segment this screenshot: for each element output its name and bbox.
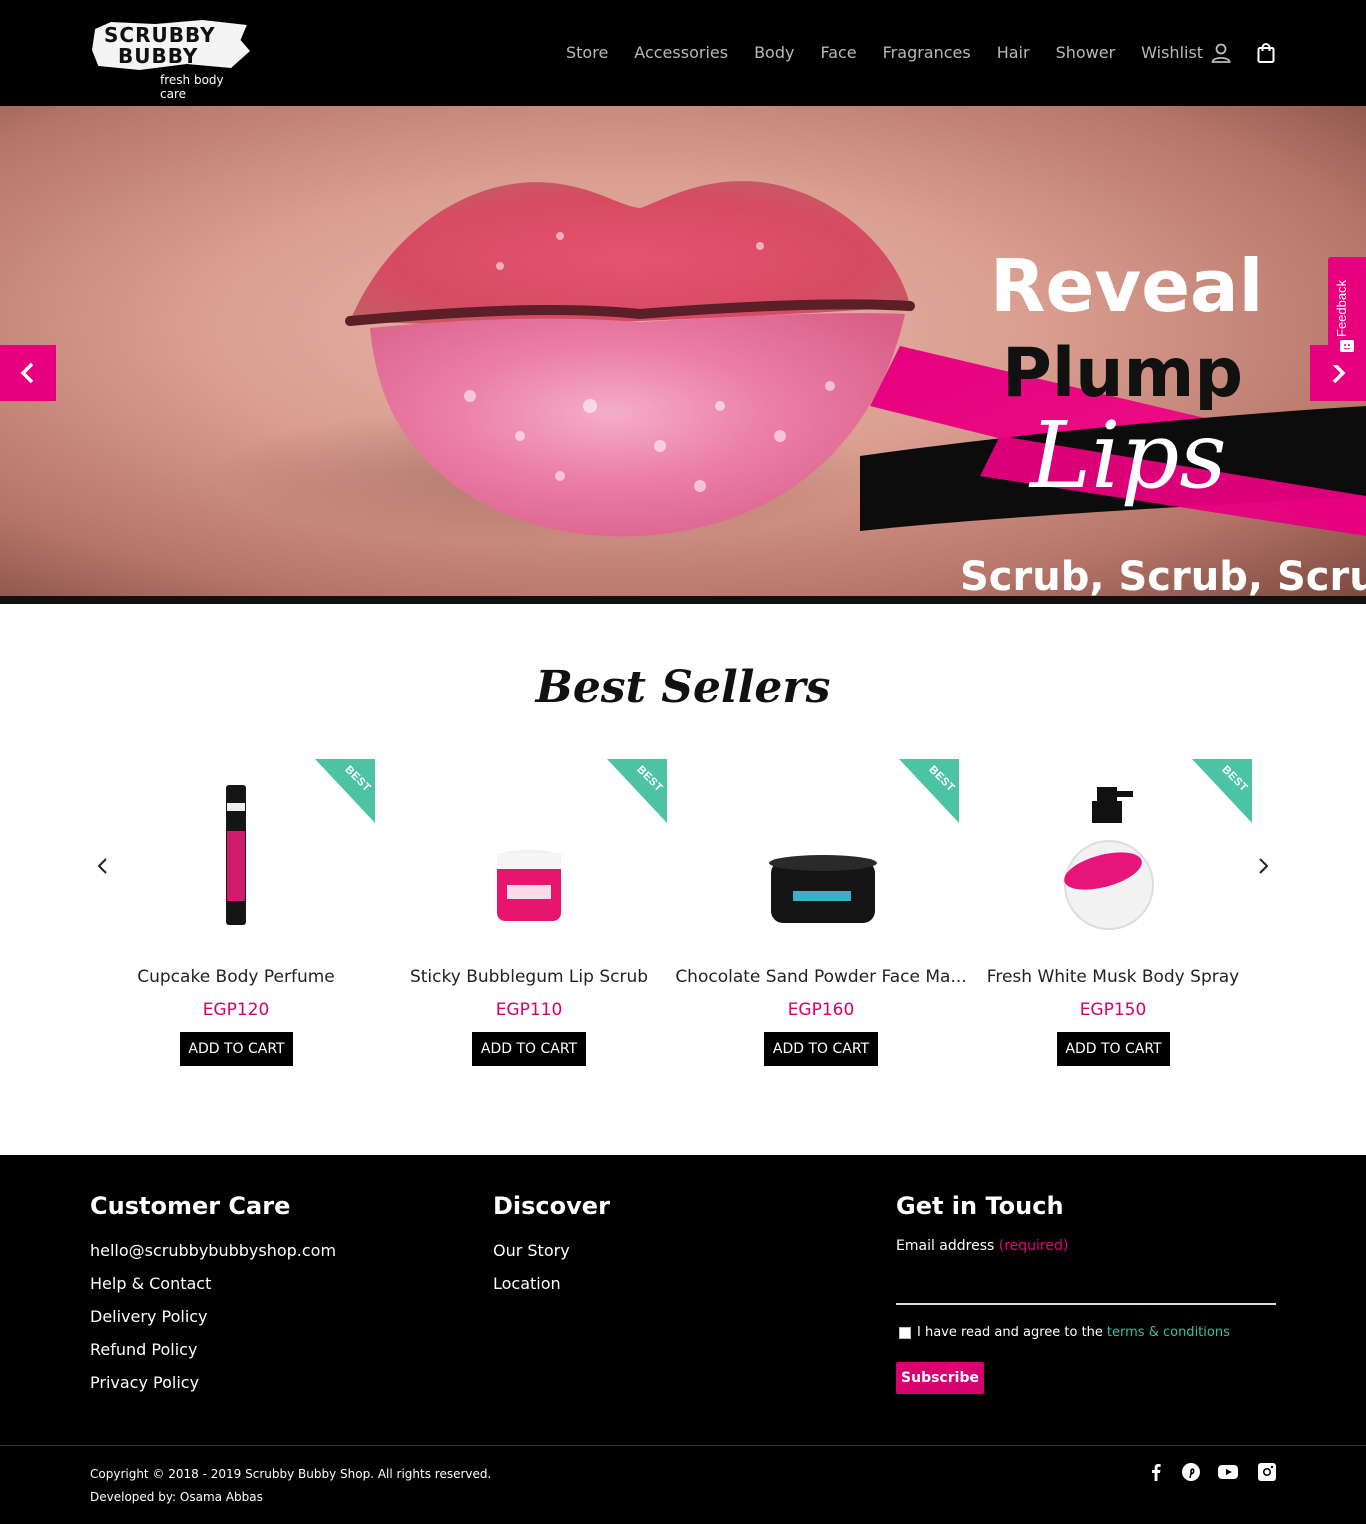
instagram-icon[interactable] <box>1256 1461 1278 1483</box>
terms-checkbox[interactable] <box>899 1326 911 1339</box>
product-card[interactable]: BEST Sticky Bubblegum Lip Scrub EGP110 A… <box>383 759 675 1069</box>
nav-item-fragrances[interactable]: Fragrances <box>883 42 971 64</box>
nav-item-hair[interactable]: Hair <box>997 42 1030 64</box>
nav-item-store[interactable]: Store <box>566 42 608 64</box>
email-input[interactable] <box>896 1303 1276 1305</box>
slider-prev-button[interactable] <box>0 345 56 401</box>
product-card[interactable]: BEST Cupcake Body Perfume EGP120 ADD TO … <box>90 759 382 1069</box>
discover-title: Discover <box>493 1192 610 1220</box>
footer-divider <box>0 1445 1366 1446</box>
developer-credit: Developed by: Osama Abbas <box>90 1490 263 1504</box>
product-card[interactable]: BEST Fresh White Musk Body Spray EGP150 … <box>967 759 1259 1069</box>
footer-link-privacy-policy[interactable]: Privacy Policy <box>90 1373 199 1392</box>
product-name[interactable]: Chocolate Sand Powder Face Ma... <box>675 967 967 987</box>
facebook-icon[interactable] <box>1145 1461 1167 1483</box>
terms-agreement: I have read and agree to the terms & con… <box>899 1325 1230 1340</box>
brand-logo[interactable]: SCRUBBY BUBBY fresh body care <box>92 18 252 101</box>
logo-text-line1: SCRUBBY <box>104 23 216 47</box>
nav-item-accessories[interactable]: Accessories <box>634 42 728 64</box>
add-to-cart-button[interactable]: ADD TO CART <box>1057 1032 1170 1066</box>
product-image[interactable] <box>675 781 967 931</box>
subscribe-button[interactable]: Subscribe <box>896 1362 984 1394</box>
copyright-text: Copyright © 2018 - 2019 Scrubby Bubby Sh… <box>90 1467 492 1481</box>
logo-tagline: fresh body care <box>160 73 224 101</box>
terms-link[interactable]: terms & conditions <box>1107 1325 1230 1340</box>
product-card[interactable]: BEST Chocolate Sand Powder Face Ma... EG… <box>675 759 967 1069</box>
nav-item-shower[interactable]: Shower <box>1056 42 1116 64</box>
pinterest-icon[interactable] <box>1180 1461 1202 1483</box>
product-price: EGP110 <box>495 1000 563 1020</box>
add-to-cart-button[interactable]: ADD TO CART <box>472 1032 586 1066</box>
agree-text: I have read and agree to the <box>917 1325 1103 1340</box>
footer-link-email[interactable]: hello@scrubbybubbyshop.com <box>90 1241 336 1260</box>
product-name[interactable]: Cupcake Body Perfume <box>90 967 382 987</box>
hero-heading-lips: Lips <box>1030 402 1227 509</box>
logo-text-line2: BUBBY <box>118 44 199 68</box>
email-label-text: Email address <box>896 1238 995 1254</box>
product-price: EGP160 <box>787 1000 855 1020</box>
add-to-cart-button[interactable]: ADD TO CART <box>180 1032 293 1066</box>
site-footer: Customer Care hello@scrubbybubbyshop.com… <box>0 1155 1366 1524</box>
hero-bottom-border <box>0 596 1366 604</box>
product-image[interactable] <box>90 781 382 931</box>
footer-link-help-contact[interactable]: Help & Contact <box>90 1274 211 1293</box>
nav-item-wishlist[interactable]: Wishlist <box>1141 42 1203 64</box>
email-required-text: (required) <box>998 1238 1069 1254</box>
nav-item-body[interactable]: Body <box>754 42 794 64</box>
feedback-label: Feedback <box>1334 279 1349 337</box>
hero-heading-reveal: Reveal <box>990 244 1264 328</box>
nav-item-face[interactable]: Face <box>820 42 856 64</box>
footer-link-location[interactable]: Location <box>493 1274 561 1293</box>
product-image[interactable] <box>967 781 1259 931</box>
best-sellers-title: Best Sellers <box>535 662 831 713</box>
email-field-label: Email address (required) <box>896 1238 1068 1254</box>
youtube-icon[interactable] <box>1217 1461 1239 1483</box>
footer-link-our-story[interactable]: Our Story <box>493 1241 570 1260</box>
user-icon[interactable] <box>1210 42 1232 64</box>
get-in-touch-title: Get in Touch <box>896 1192 1064 1220</box>
main-nav: Store Accessories Body Face Fragrances H… <box>566 42 1203 64</box>
shopping-bag-icon[interactable] <box>1255 42 1277 64</box>
feedback-icon <box>1340 340 1354 352</box>
product-name[interactable]: Sticky Bubblegum Lip Scrub <box>383 967 675 987</box>
add-to-cart-button[interactable]: ADD TO CART <box>764 1032 878 1066</box>
product-price: EGP150 <box>1079 1000 1147 1020</box>
feedback-tab[interactable]: Feedback <box>1328 257 1366 365</box>
hero-subheading: Scrub, Scrub, Scrub <box>960 554 1366 596</box>
footer-link-refund-policy[interactable]: Refund Policy <box>90 1340 197 1359</box>
product-price: EGP120 <box>202 1000 270 1020</box>
hero-slider: Reveal Plump Lips Scrub, Scrub, Scrub <box>0 106 1366 596</box>
product-name[interactable]: Fresh White Musk Body Spray <box>967 967 1259 987</box>
footer-link-delivery-policy[interactable]: Delivery Policy <box>90 1307 208 1326</box>
product-image[interactable] <box>383 781 675 931</box>
chevron-left-icon <box>20 362 34 384</box>
customer-care-title: Customer Care <box>90 1192 291 1220</box>
site-header: SCRUBBY BUBBY fresh body care Store Acce… <box>0 0 1366 106</box>
